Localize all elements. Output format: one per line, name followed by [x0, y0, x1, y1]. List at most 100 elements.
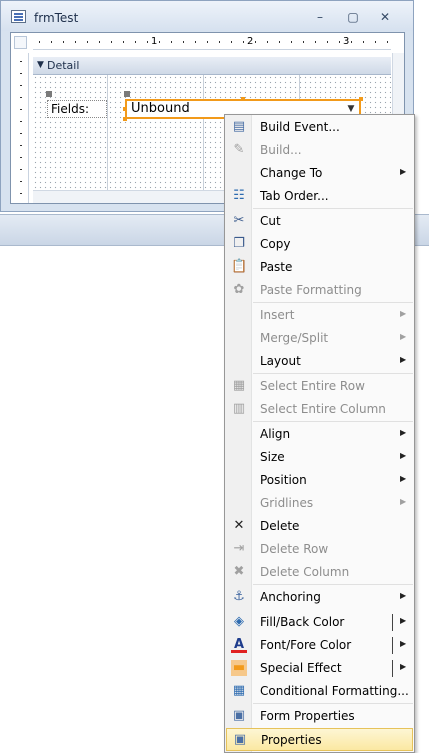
menu-item-anchoring[interactable]: ⚓ Anchoring ▶ — [226, 586, 413, 609]
tab-order-icon: ☷ — [233, 188, 245, 203]
menu-item-label: Layout — [260, 354, 301, 368]
ruler-tick — [20, 73, 22, 74]
minimize-button[interactable]: – — [311, 10, 329, 24]
submenu-arrow-icon: ▶ — [400, 451, 407, 460]
horizontal-ruler[interactable]: 1 2 3 — [33, 36, 391, 50]
menu-item-form-properties[interactable]: ▣ Form Properties — [226, 705, 413, 728]
anchoring-icon: ⚓ — [233, 589, 245, 604]
ruler-tick — [20, 85, 22, 86]
menu-item-fill-back-color[interactable]: ◈ Fill/Back Color ▶ — [226, 611, 413, 634]
menu-item-copy[interactable]: ❐ Copy — [226, 233, 413, 256]
menu-item-gridlines[interactable]: Gridlines ▶ — [226, 492, 413, 515]
menu-item-label: Properties — [261, 733, 322, 747]
submenu-arrow-icon: ▶ — [400, 591, 407, 600]
form-selector-box[interactable] — [14, 36, 27, 49]
menu-item-select-entire-column[interactable]: ▥ Select Entire Column — [226, 398, 413, 421]
ruler-tick — [135, 41, 136, 43]
menu-item-label: Gridlines — [260, 496, 314, 510]
menu-item-size[interactable]: Size ▶ — [226, 446, 413, 469]
font-color-icon: A — [231, 637, 247, 653]
ruler-tick — [39, 41, 40, 43]
vertical-ruler[interactable] — [14, 53, 29, 203]
close-button[interactable]: ✕ — [376, 10, 394, 24]
menu-item-position[interactable]: Position ▶ — [226, 469, 413, 492]
resize-handle[interactable] — [123, 117, 127, 121]
context-menu: ▤ Build Event... ✎ Build... Change To ▶ ☷ Tab O… — [224, 114, 415, 753]
fields-label-control[interactable]: Fields: — [47, 100, 107, 118]
form-icon — [11, 10, 26, 23]
menu-item-label: Align — [260, 427, 291, 441]
section-arrow-icon: ▼ — [37, 60, 44, 70]
menu-item-properties[interactable]: ▣ Properties — [226, 728, 413, 751]
ruler-tick — [183, 41, 184, 43]
ruler-number: 3 — [343, 36, 350, 47]
menu-item-paste-formatting[interactable]: ✿ Paste Formatting — [226, 279, 413, 302]
menu-item-label: Tab Order... — [260, 189, 329, 203]
menu-separator — [253, 208, 413, 209]
resize-handle[interactable] — [359, 97, 363, 101]
fill-bucket-icon: ◈ — [234, 614, 244, 629]
menu-item-align[interactable]: Align ▶ — [226, 423, 413, 446]
menu-item-label: Form Properties — [260, 709, 355, 723]
window-title-bar[interactable]: frmTest – ▢ ✕ — [1, 1, 413, 31]
ruler-tick — [111, 41, 112, 43]
move-handle[interactable] — [46, 91, 52, 97]
ruler-tick — [20, 145, 22, 146]
ruler-tick — [20, 133, 22, 134]
detail-section-bar[interactable]: ▼ Detail — [33, 57, 391, 75]
menu-item-label: Special Effect — [260, 661, 342, 675]
menu-item-conditional-formatting[interactable]: ▦ Conditional Formatting... — [226, 680, 413, 703]
menu-item-paste[interactable]: 📋 Paste — [226, 256, 413, 279]
ruler-tick — [20, 193, 22, 194]
ruler-tick — [363, 41, 364, 43]
menu-item-delete-column[interactable]: ✖ Delete Column — [226, 561, 413, 584]
menu-item-label: Delete Column — [260, 565, 350, 579]
menu-item-select-entire-row[interactable]: ▦ Select Entire Row — [226, 375, 413, 398]
move-handle[interactable] — [124, 91, 130, 97]
horizontal-scrollbar[interactable] — [33, 190, 233, 203]
menu-item-tab-order[interactable]: ☷ Tab Order... — [226, 185, 413, 208]
menu-item-label: Paste — [260, 260, 293, 274]
menu-item-build-event[interactable]: ▤ Build Event... — [226, 116, 413, 139]
split-button-divider — [392, 614, 393, 631]
menu-item-change-to[interactable]: Change To ▶ — [226, 162, 413, 185]
menu-item-label: Font/Fore Color — [260, 638, 352, 652]
ruler-tick — [243, 41, 244, 43]
menu-item-insert[interactable]: Insert ▶ — [226, 304, 413, 327]
menu-item-special-effect[interactable]: ▬ Special Effect ▶ — [226, 657, 413, 680]
menu-item-label: Delete — [260, 519, 300, 533]
submenu-arrow-icon: ▶ — [400, 355, 407, 364]
menu-item-font-fore-color[interactable]: A Font/Fore Color ▶ — [226, 634, 413, 657]
delete-column-icon: ✖ — [233, 564, 245, 579]
ruler-number: 2 — [247, 36, 254, 47]
menu-item-label: Insert — [260, 308, 295, 322]
ruler-tick — [63, 41, 64, 43]
ruler-tick — [315, 41, 316, 43]
select-row-icon: ▦ — [232, 378, 246, 393]
resize-handle[interactable] — [123, 107, 127, 111]
menu-item-label: Build Event... — [260, 120, 340, 134]
menu-item-merge-split[interactable]: Merge/Split ▶ — [226, 327, 413, 350]
paste-formatting-icon: ✿ — [233, 282, 245, 297]
menu-item-build[interactable]: ✎ Build... — [226, 139, 413, 162]
special-effect-icon: ▬ — [231, 660, 247, 676]
menu-item-cut[interactable]: ✂ Cut — [226, 210, 413, 233]
copy-icon: ❐ — [233, 236, 245, 251]
menu-item-label: Fill/Back Color — [260, 615, 345, 629]
menu-separator — [253, 584, 413, 585]
ruler-tick — [75, 41, 76, 43]
properties-icon: ▣ — [233, 732, 247, 747]
ruler-tick — [20, 157, 22, 158]
ruler-tick — [20, 121, 22, 122]
menu-item-delete[interactable]: ✕ Delete — [226, 515, 413, 538]
resize-handle[interactable] — [241, 97, 245, 101]
ruler-tick — [20, 181, 22, 182]
submenu-arrow-icon: ▶ — [400, 309, 407, 318]
menu-item-layout[interactable]: Layout ▶ — [226, 350, 413, 373]
menu-item-label: Build... — [260, 143, 302, 157]
menu-item-delete-row[interactable]: ⇥ Delete Row — [226, 538, 413, 561]
ruler-tick — [20, 61, 22, 62]
conditional-formatting-icon: ▦ — [232, 683, 246, 698]
ruler-tick — [207, 41, 208, 43]
maximize-button[interactable]: ▢ — [344, 10, 362, 24]
